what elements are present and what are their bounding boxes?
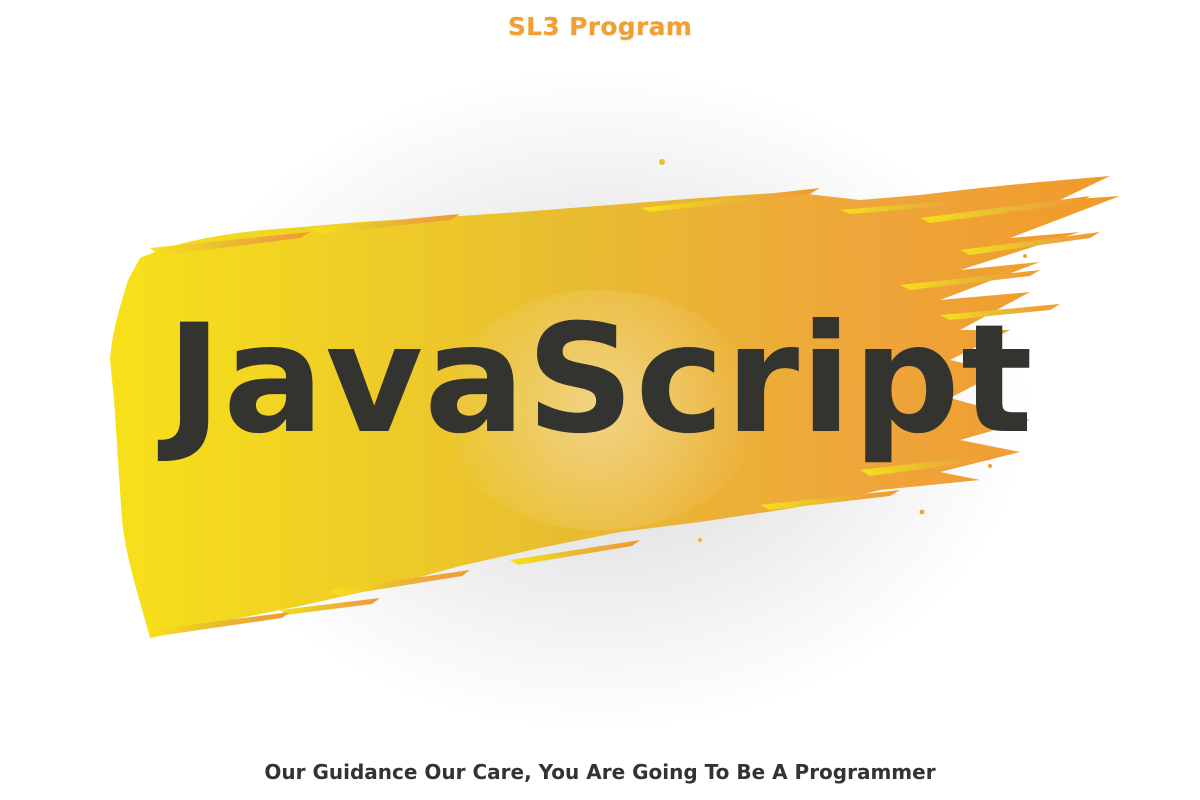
banner: SL3 Program JavaScript Our Guidance Our … <box>0 0 1200 800</box>
tagline: Our Guidance Our Care, You Are Going To … <box>264 760 936 784</box>
javascript-headline: JavaScript <box>166 293 1034 467</box>
